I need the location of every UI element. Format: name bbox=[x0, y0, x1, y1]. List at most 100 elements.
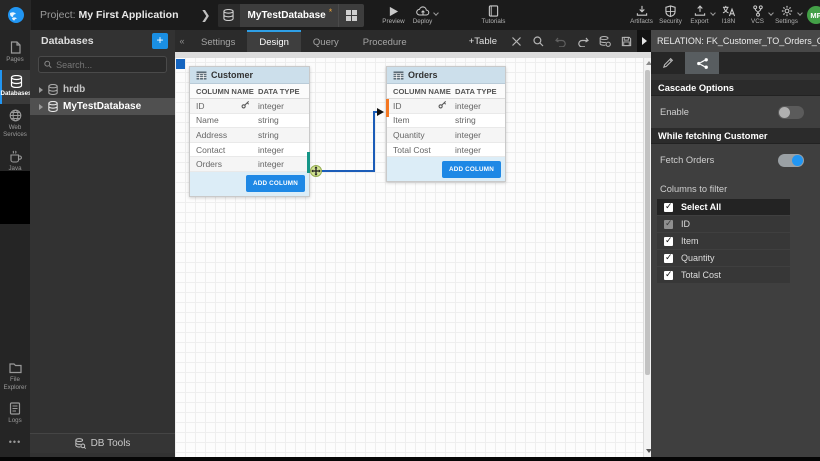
table-orders[interactable]: Orders COLUMN NAME DATA TYPE ID integer … bbox=[386, 66, 506, 182]
tab-design[interactable]: Design bbox=[247, 30, 301, 52]
export-button[interactable]: Export bbox=[685, 0, 714, 30]
add-column-button[interactable]: ADD COLUMN bbox=[246, 175, 305, 192]
project-label: Project: bbox=[40, 9, 76, 21]
download-icon bbox=[636, 5, 648, 17]
add-database-button[interactable]: + bbox=[152, 33, 168, 49]
app-switcher-icon[interactable] bbox=[338, 4, 364, 27]
database-tab[interactable]: MyTestDatabase * bbox=[218, 4, 365, 27]
app-window: Project: My First Application ❯ MyTestDa… bbox=[0, 0, 820, 461]
sidebar-item-web-services[interactable]: Web Services bbox=[0, 104, 30, 146]
checkbox-checked-icon[interactable] bbox=[664, 237, 673, 246]
tab-procedure[interactable]: Procedure bbox=[351, 30, 419, 52]
filter-item-select-all[interactable]: Select All bbox=[657, 199, 790, 215]
caret-right-icon[interactable] bbox=[39, 87, 43, 93]
relation-share-icon bbox=[696, 57, 709, 70]
enable-toggle[interactable] bbox=[778, 106, 804, 119]
upload-icon bbox=[694, 5, 706, 17]
table-row[interactable]: Total Cost integer bbox=[387, 143, 505, 158]
collapse-panel-button[interactable] bbox=[175, 30, 189, 52]
translate-icon bbox=[722, 5, 735, 17]
checkbox-checked-icon[interactable] bbox=[664, 271, 673, 280]
app-logo[interactable] bbox=[0, 0, 31, 30]
project-name[interactable]: My First Application bbox=[79, 9, 179, 21]
breadcrumb-chevron-icon: ❯ bbox=[200, 8, 210, 22]
table-orders-header[interactable]: Orders bbox=[387, 67, 505, 84]
canvas-vertical-scrollbar[interactable] bbox=[643, 58, 651, 457]
sidebar-item-databases[interactable]: Databases bbox=[0, 70, 30, 104]
sidebar-item-pages[interactable]: Pages bbox=[0, 36, 30, 70]
sidebar-blank-region bbox=[0, 171, 30, 224]
table-row[interactable]: Name string bbox=[190, 114, 309, 129]
canvas-top-band bbox=[175, 52, 651, 58]
table-row[interactable]: Address string bbox=[190, 128, 309, 143]
table-row-id-fk[interactable]: ID integer bbox=[387, 99, 505, 114]
enable-row: Enable bbox=[651, 96, 820, 128]
add-table-button[interactable]: +Table bbox=[469, 36, 497, 47]
cloud-upload-icon bbox=[416, 6, 430, 17]
undo-button[interactable] bbox=[554, 35, 567, 48]
i18n-button[interactable]: I18N bbox=[714, 0, 743, 30]
tree-item-label: MyTestDatabase bbox=[63, 101, 141, 112]
relation-panel-title: RELATION: FK_Customer_TO_Orders_O... bbox=[651, 30, 820, 52]
db-tools-button[interactable]: DB Tools bbox=[30, 433, 175, 453]
close-button[interactable] bbox=[510, 35, 523, 48]
database-search[interactable] bbox=[38, 56, 167, 73]
tab-relation[interactable] bbox=[685, 52, 719, 74]
deploy-button[interactable]: Deploy bbox=[408, 0, 437, 30]
checkbox-checked-icon[interactable] bbox=[664, 254, 673, 263]
tree-item-mytestdatabase[interactable]: MyTestDatabase bbox=[30, 98, 175, 115]
table-column-headers: COLUMN NAME DATA TYPE bbox=[190, 84, 309, 99]
sidebar-item-logs[interactable]: Logs bbox=[0, 397, 30, 431]
table-row-orders-fk[interactable]: Orders integer bbox=[190, 157, 309, 172]
settings-button[interactable]: Settings bbox=[772, 0, 801, 30]
table-customer[interactable]: Customer COLUMN NAME DATA TYPE ID intege… bbox=[189, 66, 310, 197]
table-row[interactable]: Contact integer bbox=[190, 143, 309, 158]
table-icon bbox=[196, 71, 207, 80]
filter-item-quantity[interactable]: Quantity bbox=[657, 250, 790, 266]
caret-right-icon[interactable] bbox=[39, 104, 43, 110]
gear-icon bbox=[781, 5, 793, 17]
preview-button[interactable]: Preview bbox=[379, 0, 408, 30]
vcs-button[interactable]: VCS bbox=[743, 0, 772, 30]
redo-button[interactable] bbox=[576, 35, 589, 48]
sidebar-more-button[interactable]: ••• bbox=[0, 431, 30, 453]
db-update-button[interactable] bbox=[598, 35, 611, 48]
tutorials-button[interactable]: Tutorials bbox=[479, 0, 508, 30]
design-canvas[interactable]: Customer COLUMN NAME DATA TYPE ID intege… bbox=[175, 52, 651, 457]
sidebar-item-file-explorer[interactable]: File Explorer bbox=[0, 357, 30, 398]
zoom-search-button[interactable] bbox=[532, 35, 545, 48]
filter-item-total-cost[interactable]: Total Cost bbox=[657, 267, 790, 283]
filter-item-item[interactable]: Item bbox=[657, 233, 790, 249]
page-icon bbox=[9, 41, 22, 54]
table-customer-header[interactable]: Customer bbox=[190, 67, 309, 84]
tree-item-hrdb[interactable]: hrdb bbox=[30, 81, 175, 98]
tab-edit-column[interactable] bbox=[651, 52, 685, 74]
database-icon bbox=[48, 101, 58, 112]
save-button[interactable] bbox=[620, 35, 633, 48]
checkbox-disabled-icon bbox=[664, 220, 673, 229]
columns-to-filter-label: Columns to filter bbox=[651, 176, 820, 199]
artifacts-button[interactable]: Artifacts bbox=[627, 0, 656, 30]
filter-item-id[interactable]: ID bbox=[657, 216, 790, 232]
tab-query[interactable]: Query bbox=[301, 30, 351, 52]
top-bar: Project: My First Application ❯ MyTestDa… bbox=[0, 0, 820, 30]
shield-icon bbox=[665, 5, 676, 17]
relation-drag-handle[interactable] bbox=[311, 166, 322, 177]
relation-target-anchor bbox=[386, 99, 389, 117]
scrollbar-thumb[interactable] bbox=[645, 70, 650, 375]
tab-settings[interactable]: Settings bbox=[189, 30, 247, 52]
user-avatar[interactable]: MP bbox=[807, 6, 820, 24]
checkbox-checked-icon[interactable] bbox=[664, 203, 673, 212]
table-column-headers: COLUMN NAME DATA TYPE bbox=[387, 84, 505, 99]
expand-right-panel-button[interactable] bbox=[637, 30, 651, 52]
table-row[interactable]: ID integer bbox=[190, 99, 309, 114]
columns-filter-list: Select All ID Item Quantity Total Cost bbox=[651, 199, 820, 283]
tree-item-label: hrdb bbox=[63, 84, 85, 95]
relation-source-anchor[interactable] bbox=[307, 152, 310, 173]
add-column-button[interactable]: ADD COLUMN bbox=[442, 161, 501, 178]
table-row[interactable]: Item string bbox=[387, 114, 505, 129]
security-button[interactable]: Security bbox=[656, 0, 685, 30]
table-row[interactable]: Quantity integer bbox=[387, 128, 505, 143]
fetch-orders-toggle[interactable] bbox=[778, 154, 804, 167]
database-search-input[interactable] bbox=[56, 60, 161, 70]
